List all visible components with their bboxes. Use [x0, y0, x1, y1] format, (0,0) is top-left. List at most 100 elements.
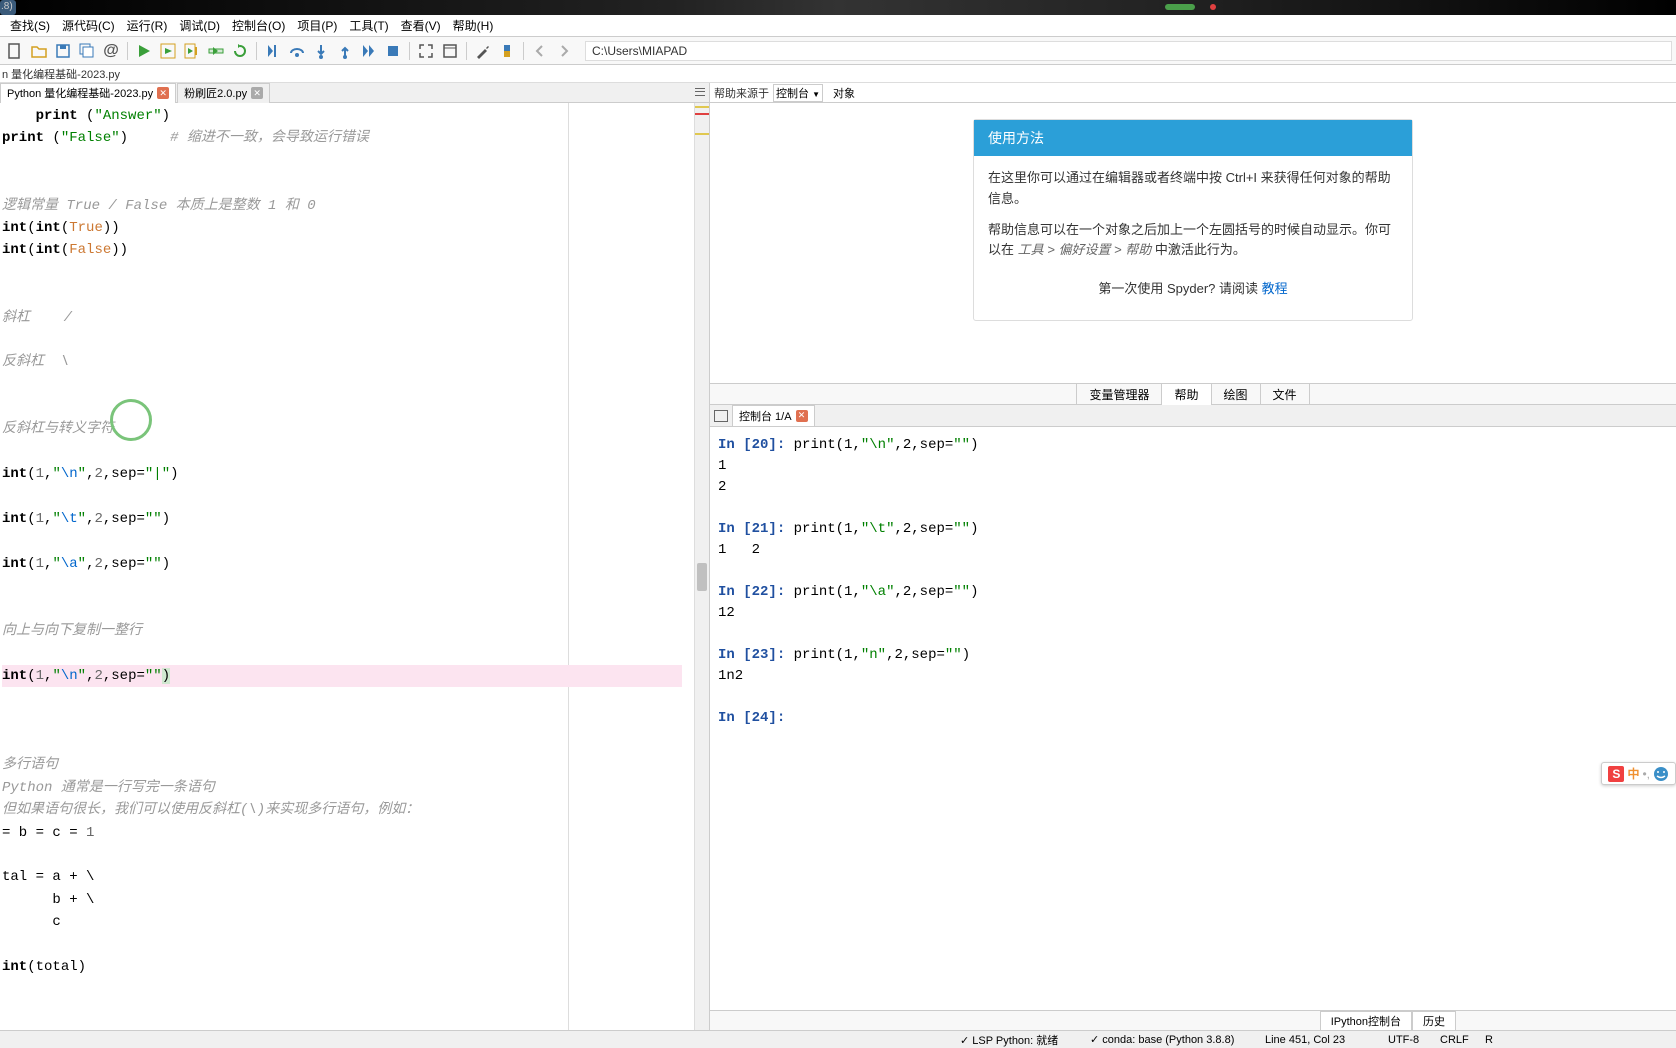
- code-line[interactable]: [2, 284, 709, 306]
- code-line[interactable]: [2, 710, 709, 732]
- at-icon[interactable]: @: [100, 40, 122, 62]
- code-line[interactable]: [2, 978, 709, 1000]
- fullscreen-icon[interactable]: [439, 40, 461, 62]
- tutorial-link[interactable]: 教程: [1262, 281, 1288, 296]
- code-line[interactable]: c: [2, 911, 709, 933]
- menu-item[interactable]: 控制台(O): [226, 15, 291, 36]
- code-line[interactable]: [2, 329, 709, 351]
- menu-item[interactable]: 运行(R): [121, 15, 174, 36]
- working-dir-input[interactable]: C:\Users\MIAPAD: [585, 41, 1672, 61]
- open-file-icon[interactable]: [28, 40, 50, 62]
- code-line[interactable]: [2, 150, 709, 172]
- run-cell-advance-icon[interactable]: [181, 40, 203, 62]
- status-encoding[interactable]: UTF-8: [1388, 1034, 1419, 1046]
- code-line[interactable]: [2, 262, 709, 284]
- code-line[interactable]: = b = c = 1: [2, 822, 709, 844]
- code-line[interactable]: [2, 642, 709, 664]
- ipython-console[interactable]: In [20]: print(1,"\n",2,sep="")1 2 In [2…: [710, 427, 1676, 1010]
- code-line[interactable]: b + \: [2, 889, 709, 911]
- code-line[interactable]: 斜杠 /: [2, 307, 709, 329]
- status-lsp[interactable]: ✓ LSP Python: 就绪: [960, 1032, 1058, 1048]
- ime-widget[interactable]: S 中 •,: [1601, 762, 1676, 785]
- new-file-icon[interactable]: [4, 40, 26, 62]
- help-source-select[interactable]: 控制台 ▼: [773, 84, 823, 102]
- code-line[interactable]: Python 通常是一行写完一条语句: [2, 777, 709, 799]
- tab-menu-icon[interactable]: [693, 85, 707, 99]
- console-options-icon[interactable]: [714, 410, 728, 422]
- python-icon[interactable]: [496, 40, 518, 62]
- code-line[interactable]: int(int(False)): [2, 239, 709, 261]
- code-line[interactable]: int(1,"\n",2,sep=""): [2, 665, 682, 687]
- right-tab[interactable]: 变量管理器: [1076, 384, 1162, 405]
- close-icon[interactable]: ✕: [157, 87, 169, 99]
- run-icon[interactable]: [133, 40, 155, 62]
- preferences-icon[interactable]: [472, 40, 494, 62]
- right-tab[interactable]: 帮助: [1162, 384, 1211, 405]
- code-line[interactable]: [2, 441, 709, 463]
- code-line[interactable]: [2, 530, 709, 552]
- editor-tab[interactable]: 粉刷匠2.0.py ✕: [177, 83, 270, 103]
- console-tab[interactable]: 控制台 1/A ✕: [732, 405, 815, 427]
- ime-lang[interactable]: 中: [1627, 765, 1639, 782]
- code-line[interactable]: 反斜杠 \: [2, 351, 709, 373]
- code-line[interactable]: [2, 732, 709, 754]
- tab-ipython[interactable]: IPython控制台: [1320, 1011, 1412, 1031]
- menu-item[interactable]: 调试(D): [173, 15, 226, 36]
- right-tab[interactable]: 文件: [1261, 384, 1310, 405]
- code-line[interactable]: 反斜杠与转义字符: [2, 418, 709, 440]
- close-icon[interactable]: ✕: [796, 410, 808, 422]
- code-line[interactable]: int(int(True)): [2, 217, 709, 239]
- code-line[interactable]: int(1,"\a",2,sep=""): [2, 553, 709, 575]
- close-icon[interactable]: ✕: [251, 87, 263, 99]
- code-line[interactable]: 但如果语句很长，我们可以使用反斜杠(\)来实现多行语句，例如：: [2, 799, 709, 821]
- back-icon[interactable]: [529, 40, 551, 62]
- code-line[interactable]: [2, 486, 709, 508]
- tab-history[interactable]: 历史: [1412, 1011, 1456, 1031]
- ime-smiley-icon[interactable]: [1653, 766, 1669, 782]
- run-cell-icon[interactable]: [157, 40, 179, 62]
- code-line[interactable]: print ("False") # 缩进不一致，会导致运行错误: [2, 127, 709, 149]
- status-eol[interactable]: CRLF: [1440, 1034, 1469, 1046]
- code-line[interactable]: [2, 844, 709, 866]
- code-line[interactable]: [2, 933, 709, 955]
- code-line[interactable]: [2, 1023, 709, 1030]
- editor-scrollbar[interactable]: [694, 103, 709, 1030]
- menu-item[interactable]: 源代码(C): [56, 15, 121, 36]
- run-selection-icon[interactable]: [205, 40, 227, 62]
- code-line[interactable]: print ("Answer"): [2, 105, 709, 127]
- code-line[interactable]: [2, 396, 709, 418]
- code-line[interactable]: [2, 374, 709, 396]
- continue-icon[interactable]: [358, 40, 380, 62]
- menu-item[interactable]: 查看(V): [395, 15, 447, 36]
- menu-item[interactable]: 查找(S): [4, 15, 56, 36]
- code-line[interactable]: [2, 172, 709, 194]
- code-line[interactable]: int(1,"\n",2,sep="|"): [2, 463, 709, 485]
- code-line[interactable]: tal = a + \: [2, 866, 709, 888]
- code-line[interactable]: int(total): [2, 956, 709, 978]
- right-tab[interactable]: 绘图: [1212, 384, 1261, 405]
- code-line[interactable]: [2, 575, 709, 597]
- code-line[interactable]: 多行语句: [2, 754, 709, 776]
- stop-debug-icon[interactable]: [382, 40, 404, 62]
- code-editor[interactable]: print ("Answer")print ("False") # 缩进不一致，…: [0, 103, 709, 1030]
- code-line[interactable]: [2, 598, 709, 620]
- code-line[interactable]: int(1,"\t",2,sep=""): [2, 508, 709, 530]
- step-into-icon[interactable]: [310, 40, 332, 62]
- rerun-icon[interactable]: [229, 40, 251, 62]
- code-line[interactable]: 逻辑常量 True / False 本质上是整数 1 和 0: [2, 195, 709, 217]
- menu-item[interactable]: 帮助(H): [447, 15, 500, 36]
- save-icon[interactable]: [52, 40, 74, 62]
- step-over-icon[interactable]: [286, 40, 308, 62]
- maximize-icon[interactable]: [415, 40, 437, 62]
- debug-icon[interactable]: [262, 40, 284, 62]
- step-out-icon[interactable]: [334, 40, 356, 62]
- code-line[interactable]: [2, 1001, 709, 1023]
- menu-item[interactable]: 项目(P): [291, 15, 343, 36]
- forward-icon[interactable]: [553, 40, 575, 62]
- status-conda[interactable]: ✓ conda: base (Python 3.8.8): [1090, 1033, 1234, 1046]
- code-line[interactable]: [2, 687, 709, 709]
- editor-tab-active[interactable]: Python 量化编程基础-2023.py ✕: [0, 83, 176, 103]
- save-all-icon[interactable]: [76, 40, 98, 62]
- menu-item[interactable]: 工具(T): [343, 15, 394, 36]
- code-line[interactable]: 向上与向下复制一整行: [2, 620, 709, 642]
